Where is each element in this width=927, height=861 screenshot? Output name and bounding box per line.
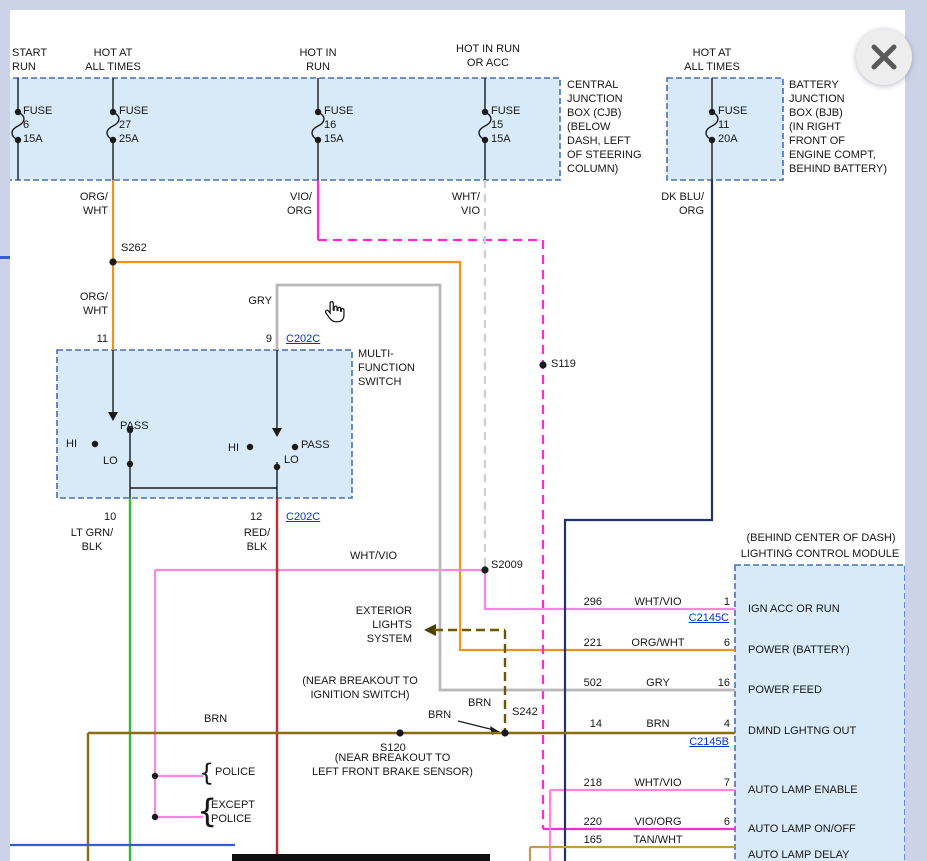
wire-label: WHT/ VIO bbox=[432, 190, 480, 218]
feed-label: HOT AT ALL TIMES bbox=[672, 46, 752, 74]
close-icon bbox=[856, 29, 912, 85]
diagram-canvas: START RUN HOT AT ALL TIMES HOT IN RUN HO… bbox=[10, 10, 905, 861]
connector-link-c2145c[interactable]: C2145C bbox=[681, 611, 729, 625]
lcm-pin-name: DMND LGHTNG OUT bbox=[748, 724, 898, 738]
wire-label: ORG/ WHT bbox=[62, 290, 108, 318]
circuit-number: 220 bbox=[572, 815, 602, 829]
pin-number: 4 bbox=[712, 717, 730, 731]
lcm-location: (BEHIND CENTER OF DASH) bbox=[737, 531, 905, 545]
wire-label: ORG/ WHT bbox=[62, 190, 108, 218]
pin-number: 6 bbox=[712, 815, 730, 829]
fuse-label: FUSE 15 15A bbox=[491, 104, 533, 146]
circuit-number: 221 bbox=[572, 636, 602, 650]
wire-label: LT GRN/ BLK bbox=[64, 526, 120, 554]
pin-label: 9 bbox=[258, 332, 272, 346]
splice-label: S242 bbox=[512, 705, 552, 719]
pin-label: 12 bbox=[250, 510, 270, 524]
wire-label: BRN bbox=[204, 712, 234, 726]
connector-link-c202c-bottom[interactable]: C202C bbox=[286, 510, 330, 524]
switch-pos-label: HI bbox=[66, 437, 86, 451]
clipped-bottom-element bbox=[232, 854, 490, 861]
wire-vio-org-dashed bbox=[318, 240, 543, 829]
pin-number: 7 bbox=[712, 776, 730, 790]
lcm-pin-name: AUTO LAMP ENABLE bbox=[748, 783, 898, 797]
switch-pos-label: HI bbox=[228, 441, 248, 455]
circuit-number: 165 bbox=[572, 833, 602, 847]
splice-label: S119 bbox=[551, 357, 591, 371]
circuit-color: ORG/WHT bbox=[608, 636, 708, 650]
wire-dk-blu-org bbox=[565, 180, 712, 861]
clipped-wire-fragment bbox=[0, 256, 10, 259]
lcm-pin-name: POWER (BATTERY) bbox=[748, 643, 898, 657]
splice-label: S262 bbox=[121, 241, 161, 255]
pin-label: 10 bbox=[104, 510, 124, 524]
circuit-color: WHT/VIO bbox=[608, 776, 708, 790]
circuit-color: VIO/ORG bbox=[608, 815, 708, 829]
frame-left bbox=[0, 0, 10, 861]
circuit-color: WHT/VIO bbox=[608, 595, 708, 609]
wire-label: VIO/ ORG bbox=[268, 190, 312, 218]
wire-vio-org-solid bbox=[318, 180, 735, 829]
lcm-pin-name: AUTO LAMP DELAY bbox=[748, 848, 898, 861]
fuse-label: FUSE 11 20A bbox=[718, 104, 760, 146]
brace-glyph: { bbox=[199, 761, 214, 785]
wire-label: DK BLU/ ORG bbox=[642, 190, 704, 218]
pin-number: 1 bbox=[712, 595, 730, 609]
switch-pos-label: PASS bbox=[120, 419, 160, 433]
pin-label: 11 bbox=[90, 332, 108, 346]
multi-function-switch-box bbox=[57, 350, 352, 498]
circuit-number: 14 bbox=[572, 717, 602, 731]
wire-label: BRN bbox=[428, 708, 458, 722]
feed-label: HOT IN RUN bbox=[288, 46, 348, 74]
circuit-color: GRY bbox=[608, 676, 708, 690]
close-button[interactable] bbox=[856, 29, 912, 85]
cjb-note: CENTRAL JUNCTION BOX (CJB) (BELOW DASH, … bbox=[567, 78, 663, 176]
wire-label: GRY bbox=[240, 294, 272, 308]
connector-link-c202c-top[interactable]: C202C bbox=[286, 332, 330, 346]
exterior-lights-note: EXTERIOR LIGHTS SYSTEM bbox=[330, 604, 412, 646]
scroll-area-right bbox=[905, 0, 927, 861]
switch-pos-label: LO bbox=[284, 453, 306, 467]
near-ignition-note: (NEAR BREAKOUT TO IGNITION SWITCH) bbox=[286, 674, 434, 702]
splice-label: S2009 bbox=[491, 558, 535, 572]
circuit-number: 296 bbox=[572, 595, 602, 609]
variant-label: POLICE bbox=[215, 765, 265, 779]
fuse-label: FUSE 6 15A bbox=[23, 104, 65, 146]
feed-label: START RUN bbox=[12, 46, 62, 74]
circuit-color: BRN bbox=[608, 717, 708, 731]
circuit-color: TAN/WHT bbox=[608, 833, 708, 847]
fuse-label: FUSE 16 15A bbox=[324, 104, 366, 146]
wire-tan-wht bbox=[530, 847, 735, 861]
feed-label: HOT AT ALL TIMES bbox=[73, 46, 153, 74]
bjb-note: BATTERY JUNCTION BOX (BJB) (IN RIGHT FRO… bbox=[789, 78, 905, 176]
wire-label: BRN bbox=[468, 696, 498, 710]
switch-pos-label: PASS bbox=[301, 438, 341, 452]
lcm-pin-name: AUTO LAMP ON/OFF bbox=[748, 822, 898, 836]
fuse-label: FUSE 27 25A bbox=[119, 104, 161, 146]
circuit-number: 502 bbox=[572, 676, 602, 690]
circuit-number: 218 bbox=[572, 776, 602, 790]
pin-number: 6 bbox=[712, 636, 730, 650]
connector-link-c2145b[interactable]: C2145B bbox=[681, 735, 729, 749]
wiring-diagram-viewer: START RUN HOT AT ALL TIMES HOT IN RUN HO… bbox=[0, 0, 927, 861]
feed-label: HOT IN RUN OR ACC bbox=[438, 42, 538, 70]
lcm-pin-name: IGN ACC OR RUN bbox=[748, 602, 898, 616]
wire-label: RED/ BLK bbox=[238, 526, 276, 554]
frame-top bbox=[0, 0, 927, 10]
switch-pos-label: LO bbox=[103, 454, 125, 468]
wire-label: WHT/VIO bbox=[350, 549, 402, 563]
lcm-title: LIGHTING CONTROL MODULE bbox=[729, 547, 905, 561]
lcm-pin-name: POWER FEED bbox=[748, 683, 898, 697]
central-junction-box bbox=[10, 78, 560, 180]
pin-number: 16 bbox=[712, 676, 730, 690]
mfs-title: MULTI- FUNCTION SWITCH bbox=[358, 347, 438, 389]
near-brake-note: (NEAR BREAKOUT TO LEFT FRONT BRAKE SENSO… bbox=[285, 751, 500, 779]
variant-label: EXCEPT POLICE bbox=[211, 798, 265, 826]
